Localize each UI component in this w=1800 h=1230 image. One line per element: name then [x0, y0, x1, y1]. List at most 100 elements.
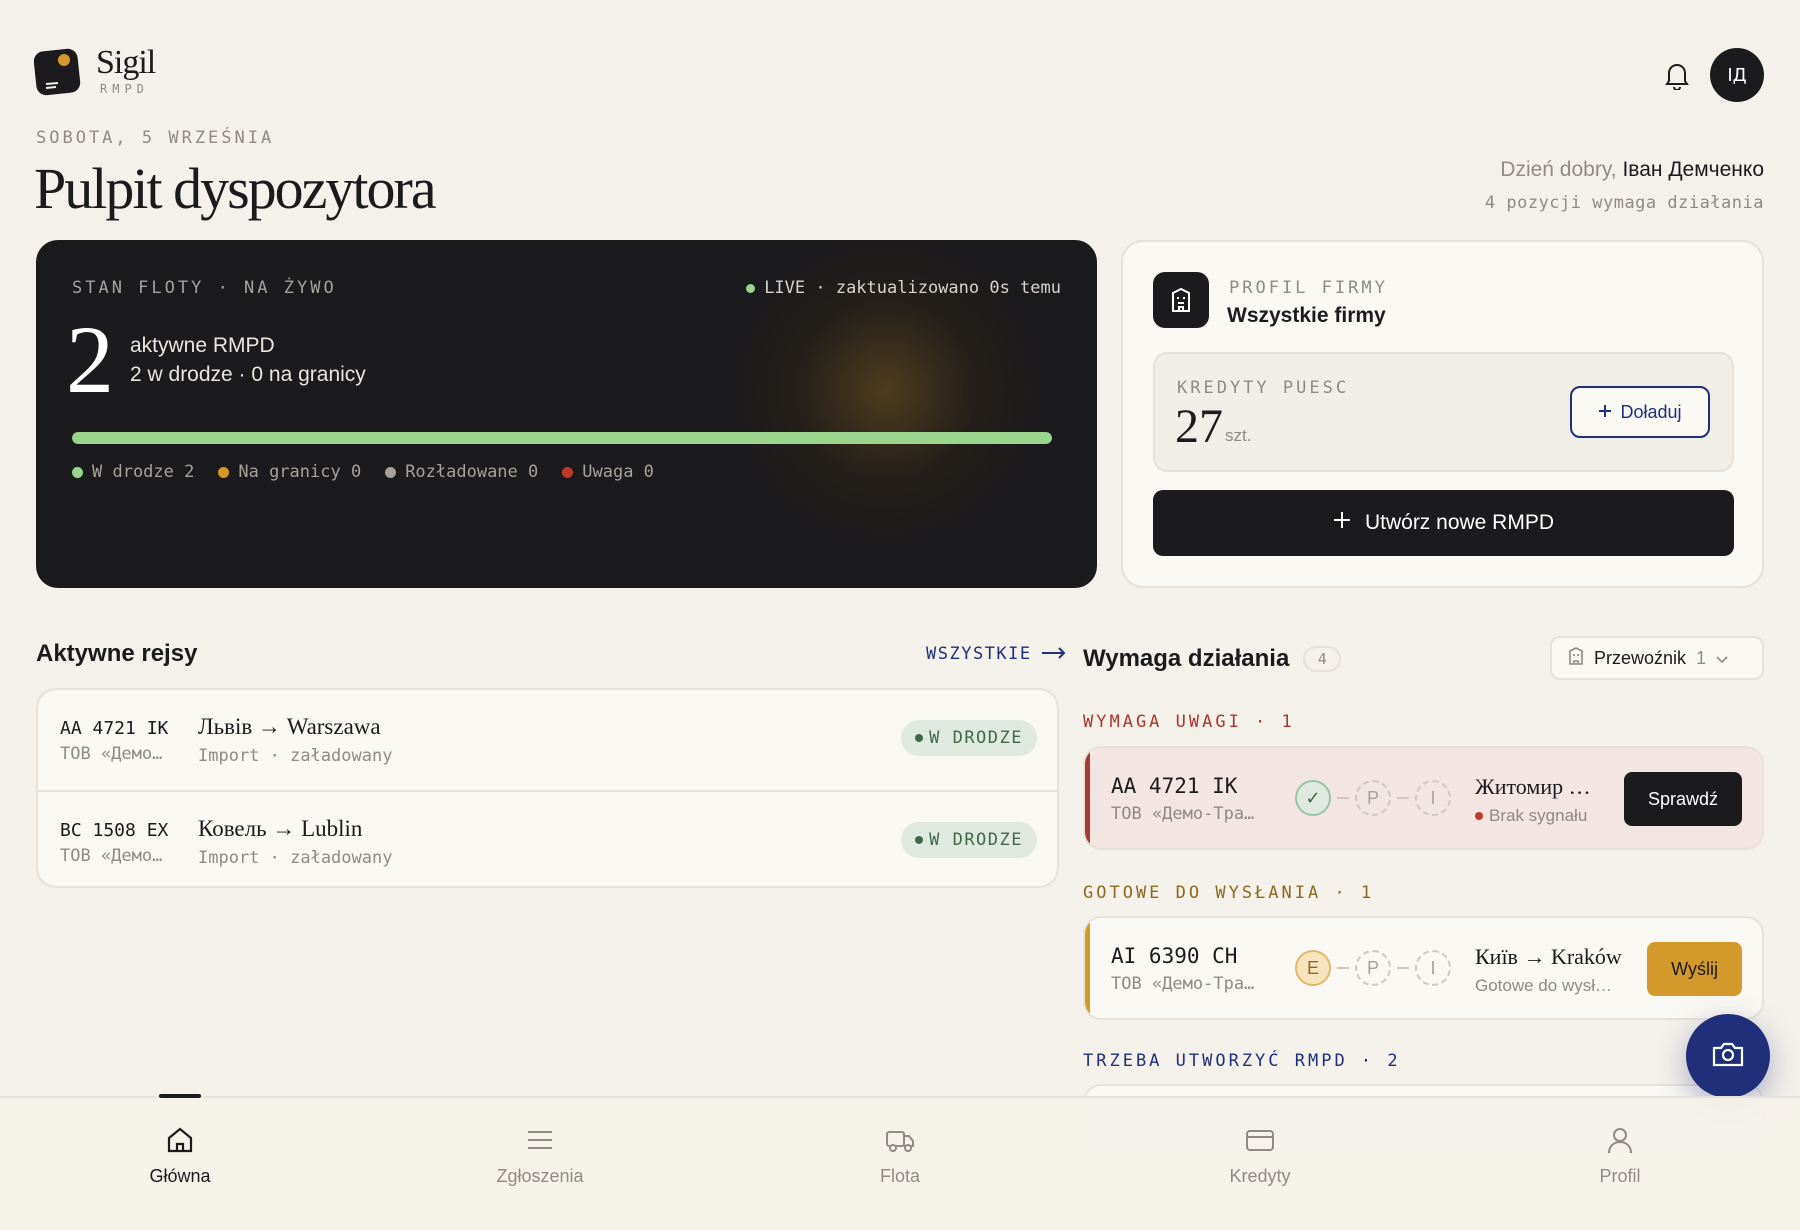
step-connector [1397, 797, 1409, 799]
action-count-badge: 4 [1303, 646, 1342, 672]
step-i: I [1415, 780, 1451, 816]
trip-plate: BC 1508 EX [60, 820, 169, 841]
action-card-ready[interactable]: AI 6390 CH ТОВ «Демо-Тра… E P I Київ → K… [1083, 916, 1764, 1020]
actions-hint: 4 pozycji wymaga działania [1484, 193, 1764, 213]
fleet-status-card: STAN FLOTY · NA ŻYWO LIVE · zaktualizowa… [36, 240, 1097, 588]
company-label: PROFIL FIRMY [1229, 278, 1388, 298]
app-subtitle: RMPD [100, 82, 149, 96]
active-indicator [159, 1094, 201, 1098]
trip-company: ТОВ «Демо… [60, 744, 163, 764]
credits-label: KREDYTY PUESC [1177, 378, 1350, 398]
card-icon [1244, 1124, 1276, 1156]
fleet-legend: W drodze 2 Na granicy 0 Rozładowane 0 Uw… [72, 462, 654, 482]
legend-dot-icon [385, 466, 397, 478]
topup-label: Doładuj [1620, 401, 1682, 422]
create-rmpd-button[interactable]: Utwórz nowe RMPD [1153, 490, 1734, 556]
notifications-bell-icon[interactable] [1663, 60, 1691, 91]
legend-item: Na granicy 0 [218, 462, 361, 482]
action-destination: Київ → Kraków [1475, 944, 1622, 969]
action-note: Brak sygnału [1475, 806, 1587, 826]
action-plate: AA 4721 IK [1111, 774, 1238, 798]
step-p: P [1355, 950, 1391, 986]
nav-item-credits[interactable]: Kredyty [1080, 1098, 1440, 1230]
status-label: W DRODZE [929, 830, 1023, 850]
step-e: E [1295, 950, 1331, 986]
create-label: Utwórz nowe RMPD [1364, 511, 1555, 534]
trip-meta: Import · załadowany [198, 746, 393, 766]
send-button[interactable]: Wyślij [1647, 942, 1742, 996]
progress-steps: ✓ P I [1295, 780, 1451, 816]
action-company: ТОВ «Демо-Тра… [1111, 804, 1255, 824]
app-logo[interactable]: Sigil RMPD [33, 44, 156, 96]
alert-dot-icon [1475, 812, 1483, 820]
nav-item-fleet[interactable]: Flota [720, 1098, 1080, 1230]
user-name: Іван Демченко [1622, 158, 1764, 181]
credits-box: KREDYTY PUESC 27 szt. Doładuj [1153, 352, 1734, 472]
nav-label: Główna [149, 1166, 211, 1186]
credits-unit: szt. [1225, 426, 1252, 445]
company-name[interactable]: Wszystkie firmy [1227, 304, 1386, 328]
card-accent [1085, 748, 1090, 848]
user-avatar[interactable]: ІД [1710, 48, 1796, 102]
trip-row[interactable]: BC 1508 EX ТОВ «Демо… Ковель → Lublin Im… [38, 790, 1057, 886]
active-trips-title: Aktywne rejsy [36, 640, 198, 667]
active-breakdown: 2 w drodze · 0 na granicy [130, 363, 366, 386]
legend-dot-icon [72, 466, 83, 478]
live-text: LIVE · zaktualizowano 0s temu [764, 278, 1061, 298]
camera-fab-button[interactable] [1686, 1014, 1770, 1098]
nav-item-reports[interactable]: Zgłoszenia [360, 1098, 720, 1230]
status-dot-icon [915, 836, 924, 844]
step-connector [1337, 797, 1349, 799]
legend-item: W drodze 2 [72, 462, 194, 482]
topup-button[interactable]: Doładuj [1570, 386, 1710, 438]
truck-icon [884, 1124, 916, 1156]
carrier-label: Przewoźnik [1594, 647, 1687, 668]
fleet-label: STAN FLOTY · NA ŻYWO [72, 278, 337, 298]
active-label: aktywne RMPD [130, 334, 275, 357]
action-destination: Житомир … [1475, 774, 1591, 799]
camera-icon [1711, 1040, 1745, 1073]
status-badge: W DRODZE [901, 822, 1037, 858]
nav-label: Kredyty [1229, 1166, 1291, 1186]
nav-label: Profil [1599, 1166, 1641, 1186]
greeting: Dzień dobry, Іван Демченко [1500, 158, 1764, 182]
all-trips-link[interactable]: WSZYSTKIE [926, 644, 1066, 664]
carrier-count: 1 [1696, 647, 1707, 668]
step-connector [1397, 967, 1409, 969]
status-badge: W DRODZE [901, 720, 1037, 756]
building-icon [1153, 272, 1209, 328]
status-dot-icon [915, 734, 924, 742]
building-icon [1568, 646, 1584, 670]
greeting-prefix: Dzień dobry, [1500, 158, 1617, 181]
group-label-ready: GOTOWE DO WYSŁANIA · 1 [1083, 883, 1375, 903]
list-icon [524, 1124, 556, 1156]
status-label: W DRODZE [929, 728, 1023, 748]
all-trips-label: WSZYSTKIE [926, 644, 1032, 664]
nav-label: Flota [879, 1166, 921, 1186]
legend-label: W drodze 2 [92, 462, 195, 482]
trip-meta: Import · załadowany [198, 848, 393, 868]
card-accent [1085, 918, 1090, 1018]
legend-item: Uwaga 0 [562, 462, 654, 482]
step-connector [1337, 967, 1349, 969]
trip-row[interactable]: AA 4721 IK ТОВ «Демо… Львів → Warszawa I… [38, 690, 1057, 790]
app-name: Sigil [96, 44, 156, 81]
fleet-progress-bar [72, 432, 1052, 444]
check-button[interactable]: Sprawdź [1623, 772, 1742, 826]
legend-dot-icon [562, 466, 574, 478]
arrow-right-icon [1041, 644, 1066, 664]
action-note-text: Gotowe do wysł… [1475, 976, 1612, 995]
trip-plate: AA 4721 IK [60, 718, 169, 739]
action-card-attention[interactable]: AA 4721 IK ТОВ «Демо-Тра… ✓ P I Житомир … [1083, 746, 1764, 850]
nav-item-home[interactable]: Główna [0, 1094, 360, 1230]
action-required-title: Wymaga działania 4 [1083, 645, 1342, 673]
plus-icon [1333, 511, 1351, 535]
progress-steps: E P I [1295, 950, 1451, 986]
user-icon [1604, 1124, 1636, 1156]
legend-label: Na granicy 0 [238, 462, 362, 482]
company-profile-card: PROFIL FIRMY Wszystkie firmy KREDYTY PUE… [1121, 240, 1764, 588]
action-note: Gotowe do wysł… [1475, 976, 1612, 996]
carrier-filter-select[interactable]: Przewoźnik 1 [1550, 636, 1764, 680]
nav-item-profile[interactable]: Profil [1440, 1098, 1800, 1230]
plus-icon [1598, 402, 1612, 423]
